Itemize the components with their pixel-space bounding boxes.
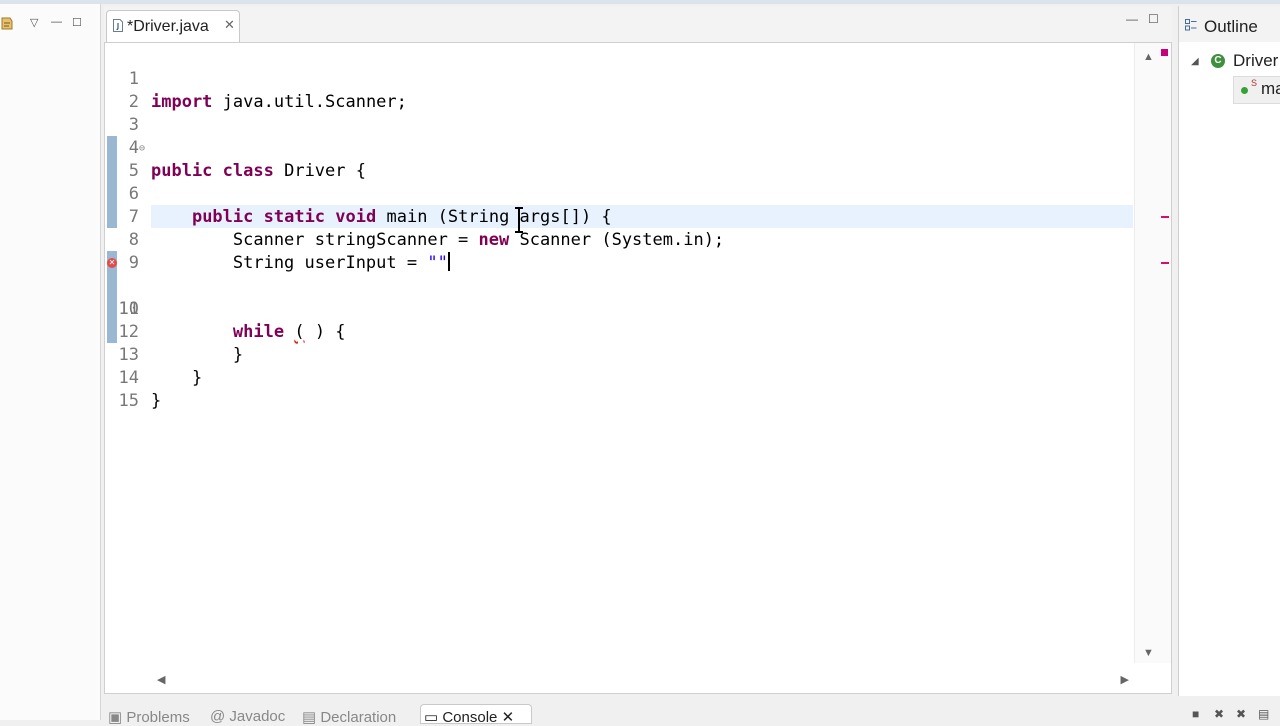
- outline-panel: Outline ◢ C Driver S ma: [1178, 6, 1280, 696]
- minimize-icon[interactable]: —: [51, 16, 62, 28]
- scroll-down-icon[interactable]: ▼: [1143, 647, 1154, 659]
- package-explorer-icon[interactable]: [0, 14, 16, 32]
- scroll-left-icon[interactable]: ◀: [157, 673, 165, 686]
- code-line: 5 ⊖ public static void main (String args…: [105, 137, 1135, 227]
- close-icon[interactable]: ✕: [502, 709, 515, 726]
- outline-method-label: ma: [1261, 79, 1280, 98]
- tab-console[interactable]: ▭ Console ✕: [424, 708, 514, 726]
- maximize-icon[interactable]: ☐: [72, 16, 82, 29]
- tab-problems[interactable]: ▣ Problems: [108, 708, 190, 726]
- outline-icon: [1185, 19, 1197, 31]
- window-top-border: [0, 0, 1280, 4]
- code-line: 8 String userInput = "": [105, 206, 1135, 273]
- remove-launch-icon[interactable]: ✖: [1214, 707, 1224, 721]
- editor-tab-driver-java[interactable]: *Driver.java ✕: [106, 10, 240, 44]
- static-modifier-icon: S: [1251, 78, 1258, 88]
- remove-all-icon[interactable]: ✖: [1236, 707, 1246, 721]
- ibeam-cursor-icon: [515, 207, 523, 233]
- code-line: 14 }: [105, 344, 1135, 411]
- scroll-lock-icon[interactable]: ▤: [1258, 707, 1269, 721]
- outline-class-label: Driver: [1233, 51, 1279, 70]
- left-minimized-panel: ▽ — ☐: [0, 4, 101, 720]
- code-line: 4 public class Driver {: [105, 114, 1135, 181]
- overview-error-marker[interactable]: [1161, 262, 1169, 264]
- expand-triangle-icon[interactable]: ◢: [1191, 56, 1199, 67]
- overview-error-indicator[interactable]: [1161, 49, 1168, 56]
- code-line: 3: [105, 91, 1135, 135]
- stop-icon[interactable]: ■: [1192, 707, 1199, 721]
- editor-minimize-icon[interactable]: —: [1126, 12, 1138, 26]
- code-line: 6: [105, 160, 1135, 204]
- code-editor[interactable]: 1 import java.util.Scanner; 2 3 4 public…: [104, 42, 1172, 694]
- overview-caret-marker[interactable]: [1161, 216, 1169, 218]
- editor-tab-bar: [104, 6, 1172, 42]
- code-area[interactable]: 1 import java.util.Scanner; 2 3 4 public…: [105, 43, 1135, 663]
- outline-class-node[interactable]: ◢ C Driver: [1179, 48, 1280, 74]
- horizontal-scrollbar[interactable]: ◀ ▶: [151, 669, 1135, 689]
- code-line: 1 import java.util.Scanner;: [105, 45, 1135, 112]
- tab-javadoc[interactable]: @ Javadoc: [210, 708, 285, 725]
- outline-tab[interactable]: Outline: [1179, 6, 1280, 42]
- code-line: 9: [105, 229, 1135, 273]
- outline-title: Outline: [1204, 17, 1258, 36]
- code-line: 2: [105, 68, 1135, 112]
- code-line: 15: [105, 367, 1135, 411]
- line-number: 15: [118, 391, 139, 411]
- vertical-scrollbar[interactable]: ▲ ▼: [1134, 43, 1171, 663]
- editor-tab-label: *Driver.java: [127, 18, 209, 35]
- outline-method-row[interactable]: S ma: [1179, 76, 1280, 102]
- code-line: 11: [105, 275, 1135, 319]
- code-line: 7 Scanner stringScanner = new Scanner (S…: [105, 183, 1135, 250]
- tab-declaration[interactable]: ▤ Declaration: [302, 708, 396, 726]
- code-line: 13 }: [105, 321, 1135, 388]
- fold-collapse-icon[interactable]: ⊖: [139, 137, 145, 160]
- scroll-up-icon[interactable]: ▲: [1143, 51, 1154, 63]
- class-icon: C: [1211, 54, 1225, 68]
- bottom-panel-tabs: ▣ Problems @ Javadoc ▤ Declaration ▭ Con…: [104, 700, 1280, 726]
- code-line: 12 }: [105, 298, 1135, 365]
- error-marker-icon[interactable]: ✕: [107, 258, 117, 268]
- editor-maximize-icon[interactable]: ☐: [1148, 12, 1159, 26]
- java-file-icon: [113, 19, 123, 32]
- view-menu-icon[interactable]: ▽: [30, 16, 38, 29]
- scroll-right-icon[interactable]: ▶: [1121, 673, 1129, 686]
- code-line: ✕ 10 while ( ) {: [105, 252, 1135, 342]
- close-icon[interactable]: ✕: [224, 17, 235, 33]
- public-method-icon: [1241, 87, 1248, 94]
